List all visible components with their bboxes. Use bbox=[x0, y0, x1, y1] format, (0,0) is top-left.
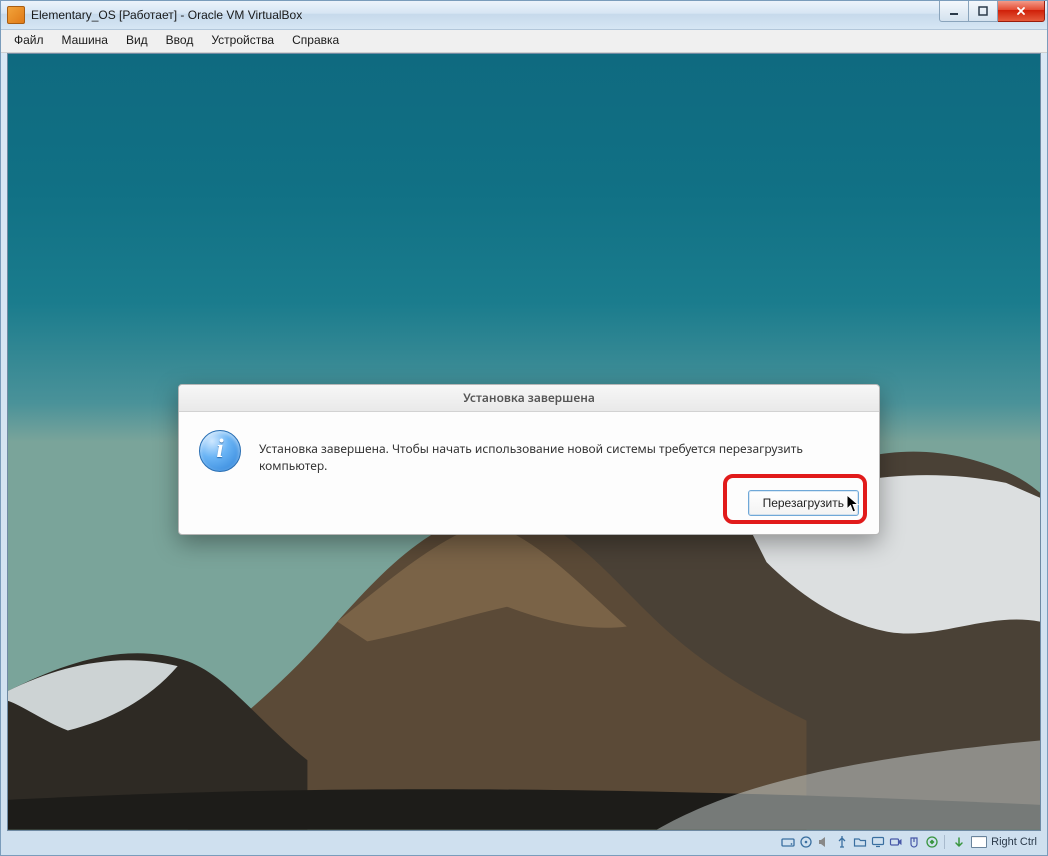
optical-disc-icon[interactable] bbox=[798, 834, 814, 850]
menu-view[interactable]: Вид bbox=[117, 30, 157, 52]
hostkey-arrow-icon bbox=[951, 834, 967, 850]
dialog-title[interactable]: Установка завершена bbox=[179, 385, 879, 412]
virtualbox-app-icon bbox=[7, 6, 25, 24]
window-controls bbox=[939, 1, 1045, 21]
keyboard-capture-icon[interactable] bbox=[924, 834, 940, 850]
minimize-button[interactable] bbox=[939, 1, 969, 22]
keyboard-icon bbox=[971, 836, 987, 848]
video-capture-icon[interactable] bbox=[888, 834, 904, 850]
vm-display[interactable]: Установка завершена Установка завершена.… bbox=[7, 53, 1041, 831]
close-button[interactable] bbox=[998, 1, 1045, 22]
mouse-integration-icon[interactable] bbox=[906, 834, 922, 850]
statusbar: Right Ctrl bbox=[7, 833, 1041, 851]
window-title: Elementary_OS [Работает] - Oracle VM Vir… bbox=[31, 8, 302, 22]
dialog-message: Установка завершена. Чтобы начать исполь… bbox=[259, 430, 859, 474]
maximize-button[interactable] bbox=[969, 1, 998, 22]
titlebar[interactable]: Elementary_OS [Работает] - Oracle VM Vir… bbox=[1, 1, 1047, 30]
menu-input[interactable]: Ввод bbox=[157, 30, 203, 52]
menu-help[interactable]: Справка bbox=[283, 30, 348, 52]
menu-machine[interactable]: Машина bbox=[53, 30, 117, 52]
restart-button[interactable]: Перезагрузить bbox=[748, 490, 859, 516]
menubar: Файл Машина Вид Ввод Устройства Справка bbox=[1, 30, 1047, 53]
status-divider bbox=[944, 835, 945, 849]
hostkey-label: Right Ctrl bbox=[991, 836, 1037, 848]
menu-file[interactable]: Файл bbox=[5, 30, 53, 52]
shared-folder-icon[interactable] bbox=[852, 834, 868, 850]
usb-icon[interactable] bbox=[834, 834, 850, 850]
audio-icon[interactable] bbox=[816, 834, 832, 850]
hostkey-indicator[interactable]: Right Ctrl bbox=[949, 834, 1037, 850]
install-complete-dialog: Установка завершена Установка завершена.… bbox=[178, 384, 880, 535]
harddisk-icon[interactable] bbox=[780, 834, 796, 850]
info-icon bbox=[199, 430, 241, 472]
virtualbox-window: Elementary_OS [Работает] - Oracle VM Vir… bbox=[0, 0, 1048, 856]
display-icon[interactable] bbox=[870, 834, 886, 850]
menu-devices[interactable]: Устройства bbox=[202, 30, 283, 52]
